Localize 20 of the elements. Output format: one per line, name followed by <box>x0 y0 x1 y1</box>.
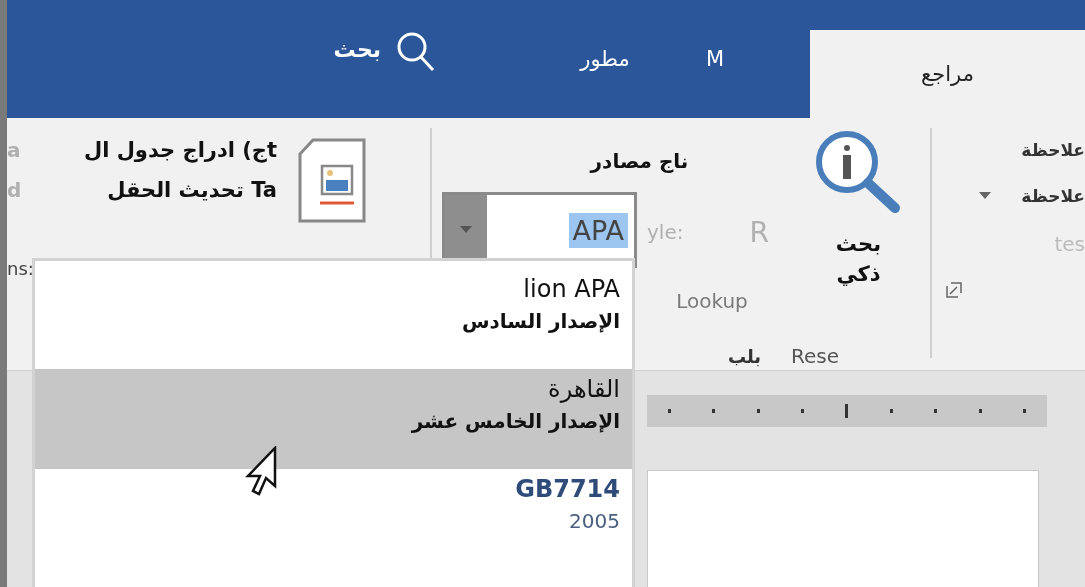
style-label: yle: <box>647 220 684 244</box>
document-image-icon[interactable] <box>297 138 367 224</box>
dialog-launcher-icon[interactable] <box>946 282 962 298</box>
manage-sources-button[interactable]: ناج مصادر <box>432 149 787 173</box>
smart-lookup-button[interactable]: بحث ذكي <box>787 130 930 330</box>
ribbon-text: ns: <box>7 258 35 279</box>
ribbon-letter: R <box>749 215 769 249</box>
caret-icon[interactable] <box>979 192 992 200</box>
note-button[interactable]: علاحظة <box>1021 186 1085 206</box>
lookup-label: Lookup <box>676 289 748 313</box>
group-label: بلب <box>727 345 762 367</box>
style-option[interactable]: القاهرة الإصدار الخامس عشر <box>35 369 632 469</box>
search-label[interactable]: بحث <box>333 36 381 62</box>
ribbon-tab[interactable]: مراجع <box>810 30 1085 118</box>
group-label: Rese <box>791 344 840 368</box>
ribbon-tab[interactable]: M <box>670 0 760 118</box>
search-icon[interactable] <box>395 30 437 74</box>
caret-icon <box>460 226 472 234</box>
note-button[interactable]: علاحظة <box>1021 140 1085 160</box>
ribbon-tab[interactable]: مطور <box>540 0 670 118</box>
